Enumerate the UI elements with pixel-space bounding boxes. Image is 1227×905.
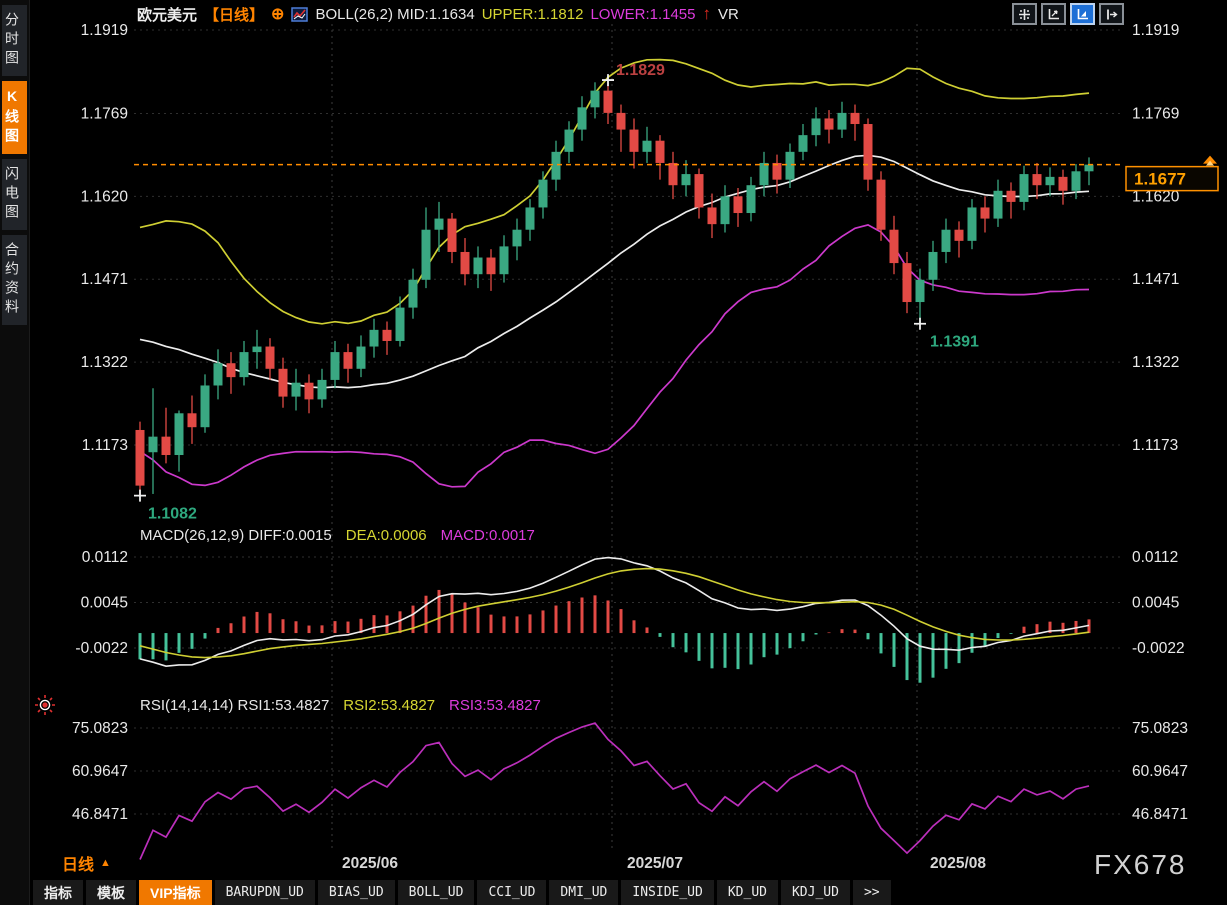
vr-indicator-label: VR	[718, 6, 739, 23]
period-label[interactable]: 【日线】	[204, 4, 264, 25]
svg-text:0.0045: 0.0045	[81, 595, 128, 612]
svg-text:0.0045: 0.0045	[1132, 595, 1179, 612]
tab-more[interactable]: >>	[853, 880, 891, 905]
trend-up-arrow-icon: ↑	[703, 7, 712, 21]
macd-header: MACD(26,12,9) DIFF:0.0015 DEA:0.0006 MAC…	[140, 527, 535, 544]
tab-bias-ud[interactable]: BIAS_UD	[318, 880, 395, 905]
svg-text:1.1769: 1.1769	[1132, 105, 1179, 122]
svg-text:0.0112: 0.0112	[1132, 549, 1178, 566]
svg-text:1.1677: 1.1677	[1134, 170, 1186, 189]
svg-text:1.1173: 1.1173	[82, 437, 128, 454]
svg-text:1.1769: 1.1769	[81, 105, 128, 122]
crosshair-icon[interactable]	[1012, 3, 1037, 25]
svg-text:46.8471: 46.8471	[72, 806, 128, 823]
svg-text:0.0112: 0.0112	[82, 549, 128, 566]
topbar: 欧元美元 【日线】 ⊕ BOLL(26,2) MID:1.1634 UPPER:…	[137, 3, 739, 25]
svg-text:1.1082: 1.1082	[148, 506, 197, 523]
svg-text:75.0823: 75.0823	[1132, 720, 1188, 737]
tab-kd-ud[interactable]: KD_UD	[717, 880, 778, 905]
rsi1-readout: RSI(14,14,14) RSI1:53.4827	[140, 697, 329, 714]
macd-macd-readout: MACD:0.0017	[441, 527, 535, 544]
sidebar-item-lightning-chart[interactable]: 闪电图	[2, 159, 27, 230]
kline-logo-icon	[291, 7, 308, 22]
bottom-tab-bar: 指标 模板 VIP指标 BARUPDN_UD BIAS_UD BOLL_UD C…	[33, 880, 891, 905]
svg-text:1.1471: 1.1471	[1132, 271, 1179, 288]
rsi-header: RSI(14,14,14) RSI1:53.4827 RSI2:53.4827 …	[140, 697, 541, 714]
svg-text:60.9647: 60.9647	[1132, 763, 1188, 780]
svg-text:1.1391: 1.1391	[930, 334, 979, 351]
svg-text:1.1322: 1.1322	[1132, 354, 1179, 371]
tab-inside-ud[interactable]: INSIDE_UD	[621, 880, 713, 905]
tab-cci-ud[interactable]: CCI_UD	[477, 880, 546, 905]
tab-dmi-ud[interactable]: DMI_UD	[549, 880, 618, 905]
axis-scale-icon[interactable]	[1041, 3, 1066, 25]
plus-circle-icon[interactable]: ⊕	[271, 4, 284, 24]
rsi2-readout: RSI2:53.4827	[343, 697, 435, 714]
sidebar: 分时图 K线图 闪电图 合约资料	[0, 0, 30, 905]
sidebar-item-kline-chart[interactable]: K线图	[2, 81, 27, 154]
svg-text:46.8471: 46.8471	[1132, 806, 1188, 823]
svg-text:-0.0022: -0.0022	[75, 640, 128, 657]
svg-text:60.9647: 60.9647	[72, 763, 128, 780]
period-dropdown[interactable]: 日线 ▲	[62, 851, 111, 875]
svg-text:1.1919: 1.1919	[81, 22, 128, 39]
symbol-title: 欧元美元	[137, 4, 197, 25]
rsi3-readout: RSI3:53.4827	[449, 697, 541, 714]
alert-dot-icon[interactable]	[33, 693, 57, 722]
svg-text:2025/08: 2025/08	[930, 855, 986, 872]
svg-text:1.1173: 1.1173	[1132, 437, 1178, 454]
svg-text:1.1829: 1.1829	[616, 62, 665, 79]
period-dropdown-label: 日线	[62, 851, 94, 875]
macd-readout: MACD(26,12,9) DIFF:0.0015	[140, 527, 332, 544]
watermark: FX678	[1094, 849, 1187, 881]
chart-toolbar	[1012, 3, 1124, 25]
sidebar-item-time-chart[interactable]: 分时图	[2, 5, 27, 76]
chart-canvas[interactable]: 1.19191.19191.17691.17691.16201.16201.14…	[0, 0, 1227, 905]
pan-right-icon[interactable]	[1099, 3, 1124, 25]
tab-templates[interactable]: 模板	[86, 880, 136, 905]
svg-text:1.1919: 1.1919	[1132, 22, 1179, 39]
svg-text:75.0823: 75.0823	[72, 720, 128, 737]
tab-boll-ud[interactable]: BOLL_UD	[398, 880, 475, 905]
svg-text:1.1471: 1.1471	[81, 271, 128, 288]
tab-vip-indicators[interactable]: VIP指标	[139, 880, 212, 905]
svg-text:1.1322: 1.1322	[81, 354, 128, 371]
macd-dea-readout: DEA:0.0006	[346, 527, 427, 544]
tab-kdj-ud[interactable]: KDJ_UD	[781, 880, 850, 905]
tab-indicators[interactable]: 指标	[33, 880, 83, 905]
svg-text:2025/07: 2025/07	[627, 855, 683, 872]
boll-readout: BOLL(26,2) MID:1.1634	[315, 6, 474, 23]
svg-text:2025/06: 2025/06	[342, 855, 398, 872]
tab-barupdn-ud[interactable]: BARUPDN_UD	[215, 880, 315, 905]
axis-auto-fit-icon[interactable]	[1070, 3, 1095, 25]
chevron-up-icon: ▲	[100, 857, 111, 869]
svg-text:-0.0022: -0.0022	[1132, 640, 1185, 657]
svg-text:1.1620: 1.1620	[81, 188, 129, 205]
sidebar-item-contract-info[interactable]: 合约资料	[2, 235, 27, 325]
boll-lower-readout: LOWER:1.1455	[590, 6, 695, 23]
boll-upper-readout: UPPER:1.1812	[482, 6, 584, 23]
